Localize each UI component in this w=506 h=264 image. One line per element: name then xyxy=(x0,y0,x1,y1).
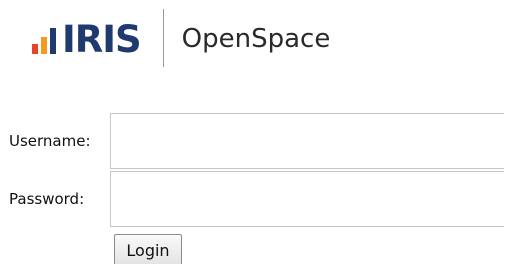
password-row: Password: xyxy=(0,171,504,227)
username-label: Username: xyxy=(9,132,91,150)
logo-bar-orange xyxy=(41,37,47,54)
login-button[interactable]: Login xyxy=(114,234,182,264)
logo-divider xyxy=(162,9,164,67)
logo-bar-navy xyxy=(50,28,56,54)
login-page: IRIS OpenSpace Username: Password: Login xyxy=(0,0,506,264)
logo-wordmark: IRIS xyxy=(62,17,142,61)
username-input[interactable] xyxy=(110,113,504,169)
iris-openspace-logo: IRIS OpenSpace xyxy=(32,8,330,68)
password-label: Password: xyxy=(9,190,85,208)
logo-product-name: OpenSpace xyxy=(181,24,331,54)
password-input[interactable] xyxy=(110,171,504,227)
logo-bar-red xyxy=(32,44,38,54)
username-row: Username: xyxy=(0,113,504,169)
logo-bars-icon xyxy=(32,28,59,54)
